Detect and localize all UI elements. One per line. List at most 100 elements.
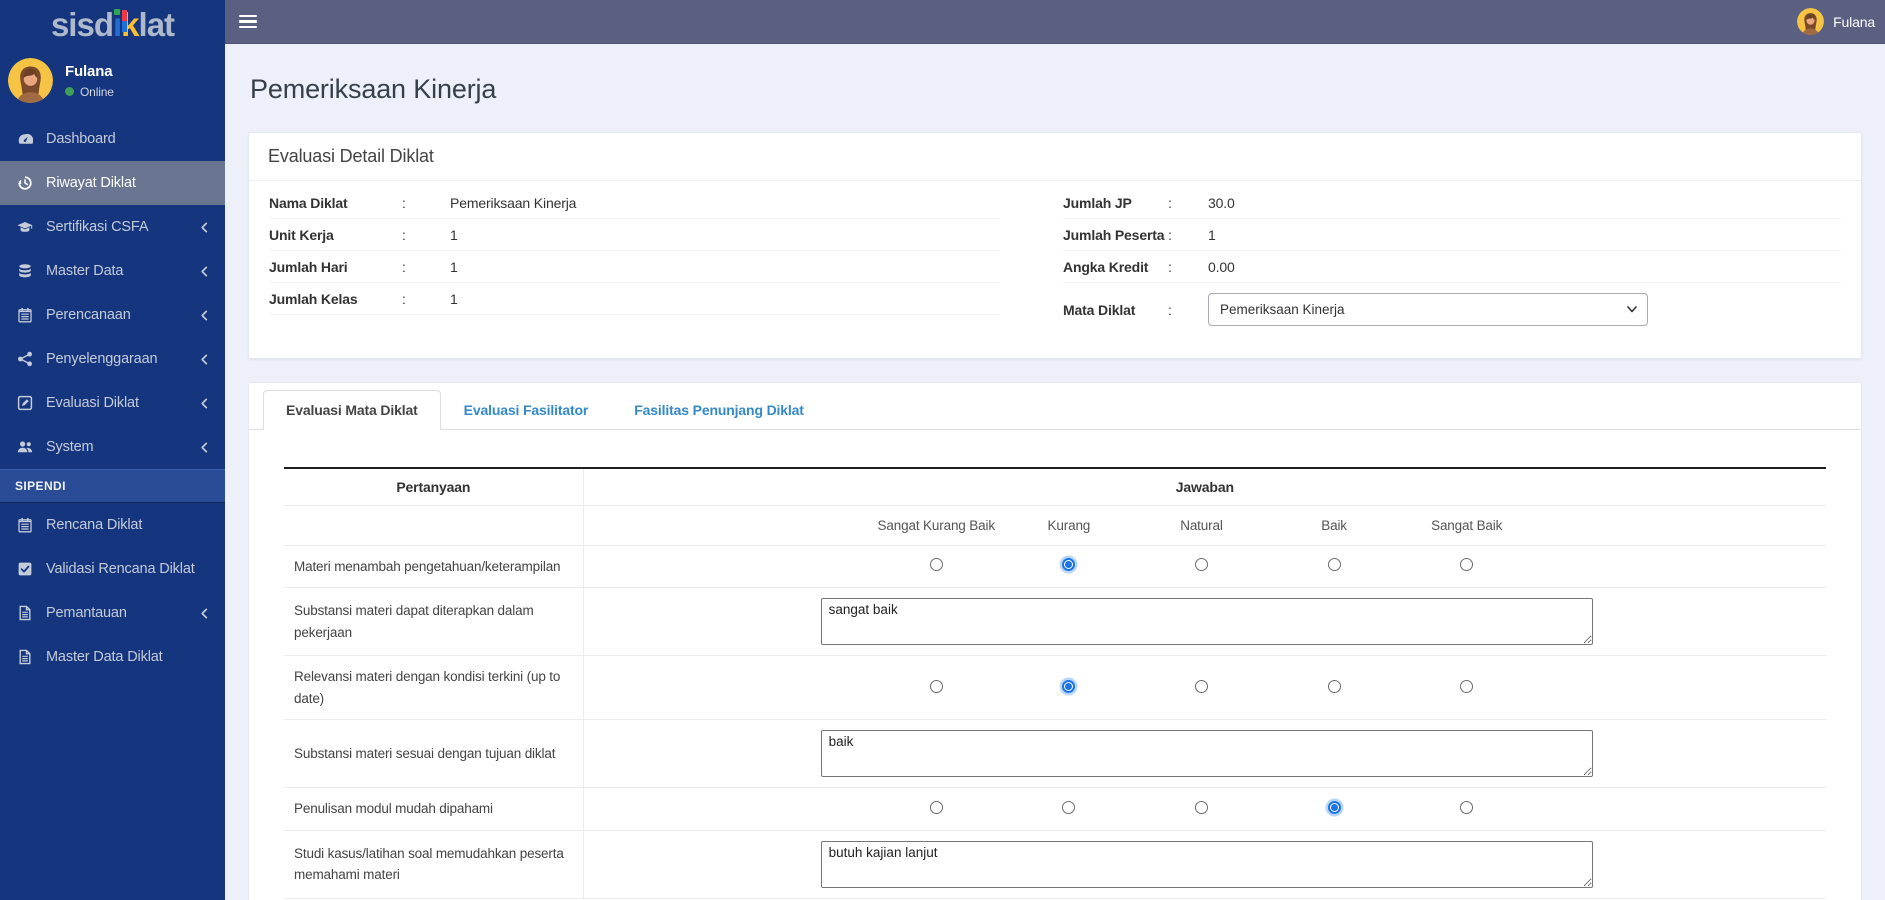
gauge-icon: [15, 131, 35, 147]
online-status-icon: [65, 87, 74, 96]
file-icon: [15, 649, 35, 665]
logo-seg-i: ı: [113, 5, 122, 43]
detail-row: Jumlah Peserta:1: [1063, 219, 1841, 251]
sidebar-item-master-data[interactable]: Master Data: [0, 249, 225, 293]
detail-row: Unit Kerja:1: [269, 219, 1000, 251]
sidebar-item-validasi-rencana-diklat[interactable]: Validasi Rencana Diklat: [0, 547, 225, 591]
radio-baik[interactable]: [1327, 558, 1341, 572]
detail-right-rows: Jumlah JP:30.0 Jumlah Peserta:1 Angka Kred…: [1063, 187, 1841, 283]
user-status: Online: [65, 85, 114, 99]
evaluation-row: Substansi materi sesuai dengan tujuan di…: [284, 719, 1826, 789]
detail-row: Jumlah Kelas:1: [269, 283, 1000, 315]
evaluation-row: Penulisan modul mudah dipahami: [284, 787, 1826, 831]
calendar-icon: [15, 307, 35, 323]
detail-value: Pemeriksaan Kinerja: [450, 194, 577, 211]
radio-kurang[interactable]: [1062, 558, 1076, 572]
angle-left-icon: [199, 442, 210, 453]
radio-baik[interactable]: [1327, 679, 1341, 693]
sidebar-item-label: Perencanaan: [46, 307, 131, 323]
sidebar-item-dashboard[interactable]: Dashboard: [0, 117, 225, 161]
sidebar-item-sertifikasi-csfa[interactable]: Sertifikasi CSFA: [0, 205, 225, 249]
angle-left-icon: [199, 266, 210, 277]
question-text: Substansi materi sesuai dengan tujuan di…: [284, 719, 584, 789]
sidebar-user-panel: Fulana Online: [0, 48, 225, 117]
sidebar-item-label: Master Data Diklat: [46, 649, 163, 665]
detail-label: Jumlah Kelas: [269, 290, 358, 307]
sidebar-item-rencana-diklat[interactable]: Rencana Diklat: [0, 503, 225, 547]
calendar-icon: [15, 517, 35, 533]
brand-logo[interactable]: sisdıklat: [0, 0, 225, 48]
tab-bar: Evaluasi Mata Diklat Evaluasi Fasilitator…: [249, 383, 1861, 430]
radio-sangat-baik[interactable]: [1460, 801, 1474, 815]
radio-natural[interactable]: [1194, 679, 1208, 693]
radio-sangat-kurang-baik[interactable]: [929, 558, 943, 572]
user-name: Fulana: [65, 62, 113, 80]
sidebar: sisdıklat Fulana Online Dashboard Riwayat…: [0, 0, 225, 900]
detail-value: 0.00: [1208, 258, 1235, 275]
topbar-avatar: [1797, 8, 1825, 35]
mata-diklat-label: Mata Diklat: [1063, 301, 1136, 318]
radio-natural[interactable]: [1194, 558, 1208, 572]
detail-row: Jumlah JP:30.0: [1063, 187, 1841, 219]
answer-textarea[interactable]: baik: [820, 730, 1593, 778]
angle-left-icon: [199, 310, 210, 321]
sidebar-item-perencanaan[interactable]: Perencanaan: [0, 293, 225, 337]
sidebar-item-pemantauan[interactable]: Pemantauan: [0, 591, 225, 635]
rating-label: Kurang: [1002, 505, 1136, 546]
angle-left-icon: [199, 222, 210, 233]
detail-card: Evaluasi Detail Diklat Nama Diklat: Pemer…: [248, 132, 1862, 359]
radio-sangat-kurang-baik[interactable]: [929, 801, 943, 815]
sidebar-item-label: Master Data: [46, 263, 124, 279]
detail-label: Jumlah JP: [1063, 194, 1132, 211]
app-root: sisdıklat Fulana Online Dashboard Riwayat…: [0, 0, 1885, 900]
detail-value: 1: [450, 290, 458, 307]
sidebar-item-label: Riwayat Diklat: [46, 175, 136, 191]
radio-natural[interactable]: [1194, 801, 1208, 815]
radio-sangat-baik[interactable]: [1460, 558, 1474, 572]
question-text: Relevansi materi dengan kondisi terkini …: [284, 655, 584, 721]
detail-value: 30.0: [1208, 194, 1235, 211]
tab-evaluasi-fasilitator[interactable]: Evaluasi Fasilitator: [441, 390, 612, 430]
radio-baik[interactable]: [1327, 801, 1341, 815]
detail-value: 1: [450, 258, 458, 275]
rating-label: Baik: [1267, 505, 1401, 546]
sidebar-item-label: Sertifikasi CSFA: [46, 219, 149, 235]
tab-fasilitas-penunjang-diklat[interactable]: Fasilitas Penunjang Diklat: [611, 390, 827, 430]
angle-left-icon: [199, 398, 210, 409]
user-avatar: [8, 58, 53, 103]
detail-label: Unit Kerja: [269, 226, 334, 243]
sidebar-item-penyelenggaraan[interactable]: Penyelenggaraan: [0, 337, 225, 381]
detail-right-column: Jumlah JP:30.0 Jumlah Peserta:1 Angka Kred…: [1055, 187, 1841, 334]
detail-card-body: Nama Diklat: Pemeriksaan Kinerja Unit Kerj…: [249, 181, 1861, 358]
radio-kurang[interactable]: [1062, 801, 1076, 815]
sidebar-item-label: Pemantauan: [46, 605, 127, 621]
mata-diklat-select[interactable]: Pemeriksaan Kinerja: [1208, 293, 1648, 326]
sidebar-item-system[interactable]: System: [0, 425, 225, 469]
user-status-label: Online: [80, 84, 114, 99]
sidebar-item-label: Rencana Diklat: [46, 517, 143, 533]
radio-kurang[interactable]: [1062, 679, 1076, 693]
check-square-icon: [15, 561, 35, 577]
rating-label: Sangat Baik: [1400, 505, 1533, 546]
sidebar-item-riwayat-diklat[interactable]: Riwayat Diklat: [0, 161, 225, 205]
topbar-user-menu[interactable]: Fulana: [1797, 8, 1877, 35]
sidebar-nav-sipendi: Rencana Diklat Validasi Rencana Diklat Pem…: [0, 503, 225, 679]
database-icon: [15, 263, 35, 279]
radio-sangat-kurang-baik[interactable]: [929, 679, 943, 693]
detail-label: Angka Kredit: [1063, 258, 1149, 275]
detail-value: 1: [1208, 226, 1216, 243]
logo-seg-k: k: [121, 5, 139, 43]
answer-textarea[interactable]: butuh kajian lanjut: [820, 840, 1593, 888]
evaluation-row: Substansi materi dapat diterapkan dalam …: [284, 587, 1826, 657]
evaluation-row: Relevansi materi dengan kondisi terkini …: [284, 655, 1826, 721]
menu-toggle-icon[interactable]: [239, 5, 273, 39]
sidebar-item-evaluasi-diklat[interactable]: Evaluasi Diklat: [0, 381, 225, 425]
tab-evaluasi-mata-diklat[interactable]: Evaluasi Mata Diklat: [263, 389, 441, 430]
sidebar-item-master-data-diklat[interactable]: Master Data Diklat: [0, 635, 225, 679]
detail-label: Jumlah Hari: [269, 258, 348, 275]
pen-square-icon: [15, 395, 35, 411]
history-icon: [15, 175, 35, 191]
answer-textarea[interactable]: sangat baik: [820, 598, 1593, 646]
radio-sangat-baik[interactable]: [1460, 679, 1474, 693]
rating-label: Natural: [1135, 505, 1268, 546]
